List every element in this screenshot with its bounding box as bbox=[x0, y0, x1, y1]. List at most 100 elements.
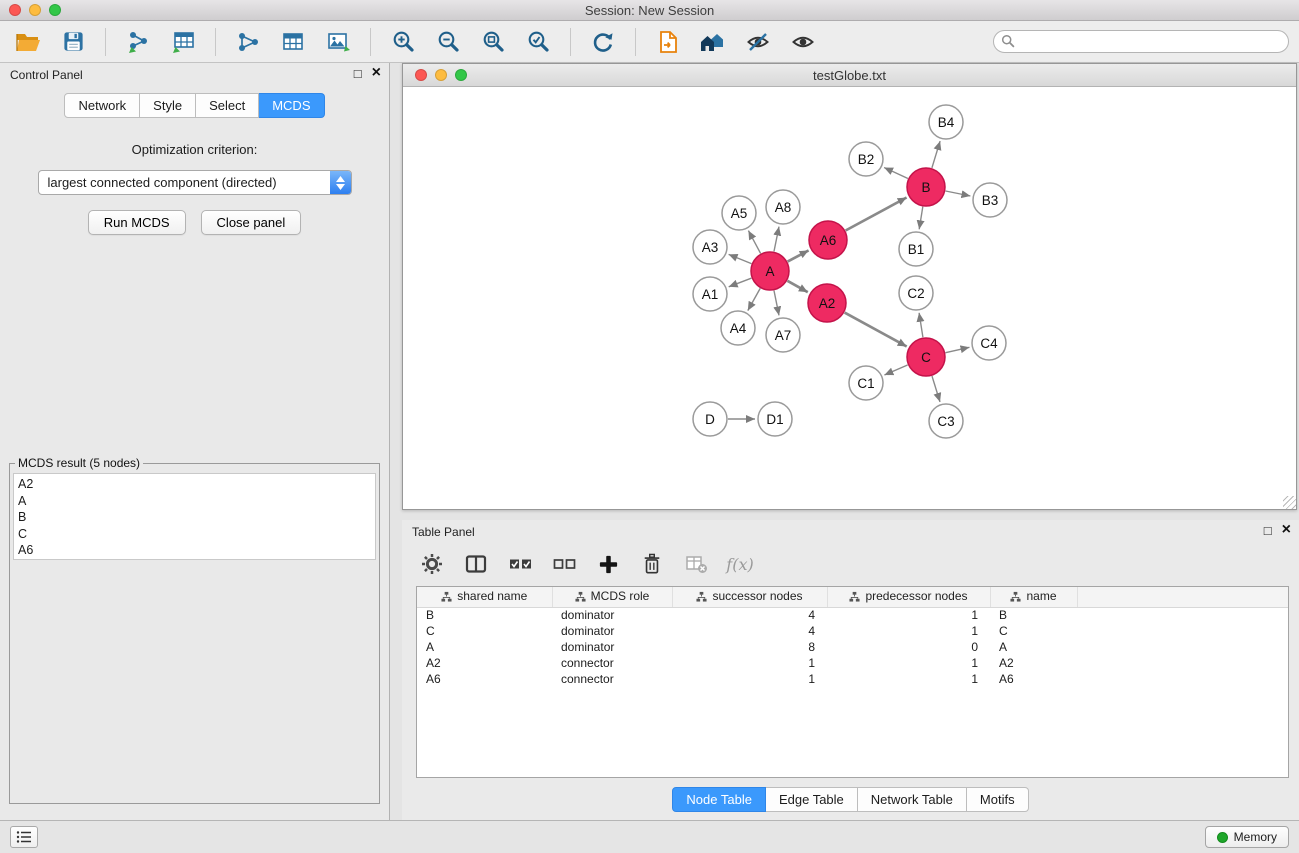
network-close-button[interactable] bbox=[415, 69, 427, 81]
delete-column-button[interactable] bbox=[638, 550, 666, 578]
table-row[interactable]: A6connector11A6 bbox=[417, 671, 1288, 687]
close-table-panel-icon[interactable]: × bbox=[1282, 522, 1291, 538]
graph-edge-B-B2[interactable] bbox=[884, 168, 908, 179]
tab-select[interactable]: Select bbox=[196, 93, 259, 118]
show-hide-button[interactable] bbox=[785, 25, 821, 59]
table-cell[interactable]: 1 bbox=[827, 671, 990, 687]
table-cell[interactable]: C bbox=[990, 623, 1077, 639]
graph-node-B[interactable]: B bbox=[907, 168, 945, 206]
graph-edge-A-A6[interactable] bbox=[788, 250, 809, 261]
table-cell[interactable]: A2 bbox=[990, 655, 1077, 671]
table-row[interactable]: Cdominator41C bbox=[417, 623, 1288, 639]
graph-node-B2[interactable]: B2 bbox=[849, 142, 883, 176]
create-column-button[interactable] bbox=[594, 550, 622, 578]
graph-node-A4[interactable]: A4 bbox=[721, 311, 755, 345]
table-cell[interactable]: A bbox=[990, 639, 1077, 655]
column-header-mcds-role[interactable]: MCDS role bbox=[552, 587, 672, 607]
home-button[interactable] bbox=[695, 25, 731, 59]
export-table-button[interactable] bbox=[275, 25, 311, 59]
table-cell[interactable]: 1 bbox=[827, 623, 990, 639]
table-cell[interactable]: 1 bbox=[672, 655, 827, 671]
graph-node-B3[interactable]: B3 bbox=[973, 183, 1007, 217]
graph-node-D1[interactable]: D1 bbox=[758, 402, 792, 436]
graph-edge-B-B3[interactable] bbox=[946, 191, 971, 196]
graph-edge-C-C2[interactable] bbox=[919, 313, 923, 337]
graph-edge-C-C1[interactable] bbox=[884, 365, 907, 375]
table-row[interactable]: Adominator80A bbox=[417, 639, 1288, 655]
deselect-all-button[interactable] bbox=[550, 550, 578, 578]
close-window-button[interactable] bbox=[9, 4, 21, 16]
zoom-fit-button[interactable] bbox=[475, 25, 511, 59]
table-cell[interactable]: A6 bbox=[417, 671, 552, 687]
table-settings-button[interactable] bbox=[418, 550, 446, 578]
resize-grip[interactable] bbox=[1283, 496, 1296, 509]
minimize-window-button[interactable] bbox=[29, 4, 41, 16]
graphics-details-button[interactable] bbox=[740, 25, 776, 59]
graph-edge-A-A7[interactable] bbox=[774, 291, 779, 316]
run-mcds-button[interactable]: Run MCDS bbox=[88, 210, 186, 235]
graph-node-A3[interactable]: A3 bbox=[693, 230, 727, 264]
table-cell[interactable]: B bbox=[417, 607, 552, 623]
save-session-button[interactable] bbox=[55, 25, 91, 59]
open-session-button[interactable] bbox=[10, 25, 46, 59]
zoom-selected-button[interactable] bbox=[520, 25, 556, 59]
graph-node-D[interactable]: D bbox=[693, 402, 727, 436]
graph-node-B1[interactable]: B1 bbox=[899, 232, 933, 266]
graph-edge-A-A1[interactable] bbox=[729, 278, 752, 287]
column-header-predecessor-nodes[interactable]: predecessor nodes bbox=[827, 587, 990, 607]
graph-node-A1[interactable]: A1 bbox=[693, 277, 727, 311]
graph-node-A7[interactable]: A7 bbox=[766, 318, 800, 352]
import-network-button[interactable] bbox=[120, 25, 156, 59]
tab-style[interactable]: Style bbox=[140, 93, 196, 118]
table-cell[interactable]: 1 bbox=[827, 607, 990, 623]
table-cell[interactable]: 4 bbox=[672, 623, 827, 639]
table-cell[interactable]: dominator bbox=[552, 623, 672, 639]
memory-button[interactable]: Memory bbox=[1205, 826, 1289, 848]
apply-layout-button[interactable] bbox=[585, 25, 621, 59]
criterion-dropdown[interactable]: largest connected component (directed) bbox=[38, 170, 352, 195]
graph-edge-A6-B[interactable] bbox=[846, 198, 907, 231]
graph-edge-A2-C[interactable] bbox=[845, 313, 907, 347]
table-cell[interactable]: dominator bbox=[552, 607, 672, 623]
mcds-result-item[interactable]: A2 bbox=[18, 476, 375, 493]
graph-edge-C-C3[interactable] bbox=[932, 376, 940, 402]
graph-edge-A-A5[interactable] bbox=[748, 231, 760, 254]
graph-node-C2[interactable]: C2 bbox=[899, 276, 933, 310]
graph-edge-A-A4[interactable] bbox=[748, 288, 760, 310]
graph-edge-B-B4[interactable] bbox=[932, 141, 940, 168]
table-cell[interactable]: connector bbox=[552, 655, 672, 671]
delete-table-button[interactable] bbox=[682, 550, 710, 578]
tab-network[interactable]: Network bbox=[64, 93, 140, 118]
float-panel-icon[interactable]: □ bbox=[354, 67, 362, 80]
tab-node-table[interactable]: Node Table bbox=[672, 787, 766, 812]
table-cell[interactable]: A2 bbox=[417, 655, 552, 671]
graph-edge-B-B1[interactable] bbox=[919, 207, 923, 230]
zoom-out-button[interactable] bbox=[430, 25, 466, 59]
open-document-button[interactable] bbox=[650, 25, 686, 59]
graph-node-A5[interactable]: A5 bbox=[722, 196, 756, 230]
function-builder-button[interactable]: f(x) bbox=[726, 550, 754, 578]
close-panel-button[interactable]: Close panel bbox=[201, 210, 302, 235]
graph-node-C3[interactable]: C3 bbox=[929, 404, 963, 438]
export-image-button[interactable] bbox=[320, 25, 356, 59]
mcds-result-item[interactable]: B bbox=[18, 509, 375, 526]
graph-edge-A-A3[interactable] bbox=[729, 254, 752, 263]
tab-motifs[interactable]: Motifs bbox=[967, 787, 1029, 812]
zoom-in-button[interactable] bbox=[385, 25, 421, 59]
graph-edge-C-C4[interactable] bbox=[946, 347, 970, 352]
graph-edge-A-A8[interactable] bbox=[774, 227, 779, 252]
table-cell[interactable]: 1 bbox=[672, 671, 827, 687]
graph-node-A6[interactable]: A6 bbox=[809, 221, 847, 259]
graph-node-A2[interactable]: A2 bbox=[808, 284, 846, 322]
table-cell[interactable]: 0 bbox=[827, 639, 990, 655]
column-header-successor-nodes[interactable]: successor nodes bbox=[672, 587, 827, 607]
graph-node-B4[interactable]: B4 bbox=[929, 105, 963, 139]
table-cell[interactable]: A6 bbox=[990, 671, 1077, 687]
export-network-button[interactable] bbox=[230, 25, 266, 59]
graph-node-C4[interactable]: C4 bbox=[972, 326, 1006, 360]
graph-node-C1[interactable]: C1 bbox=[849, 366, 883, 400]
select-all-button[interactable] bbox=[506, 550, 534, 578]
tab-network-table[interactable]: Network Table bbox=[858, 787, 967, 812]
graph-node-A8[interactable]: A8 bbox=[766, 190, 800, 224]
tab-mcds[interactable]: MCDS bbox=[259, 93, 324, 118]
